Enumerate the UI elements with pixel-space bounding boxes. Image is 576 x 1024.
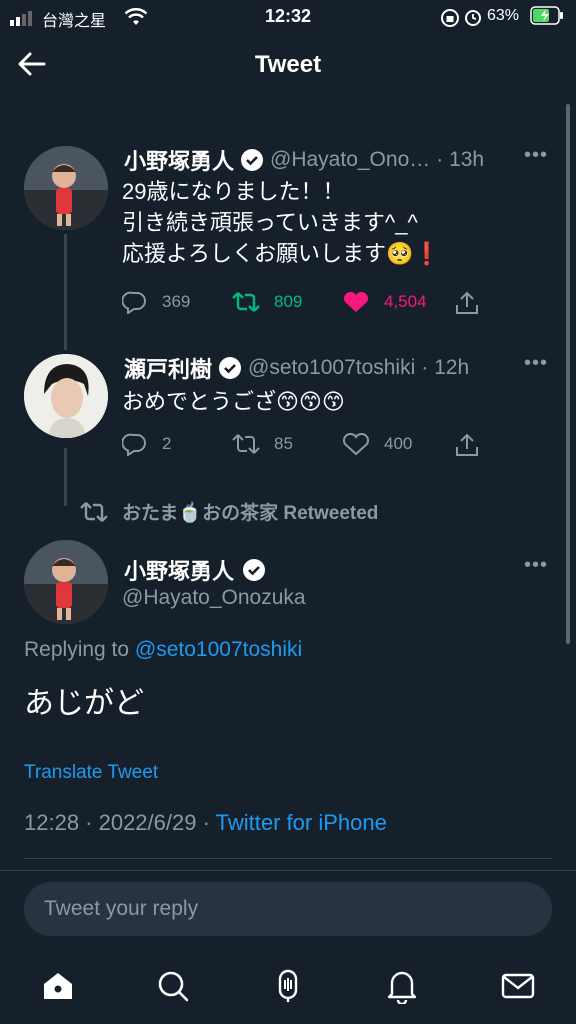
- more-options-icon[interactable]: •••: [524, 554, 548, 577]
- main-tweet: 小野塚勇人 @Hayato_Onozuka ••• Replying to @s…: [0, 532, 576, 862]
- author-handle[interactable]: @seto1007toshiki: [248, 356, 415, 380]
- tweet-header: 小野塚勇人: [124, 554, 266, 586]
- tweet-header: 小野塚勇人 @Hayato_Ono… · 13h: [124, 144, 484, 176]
- battery-percent: 63%: [487, 7, 520, 24]
- search-icon[interactable]: [155, 968, 191, 1004]
- avatar-image: [24, 146, 108, 230]
- thread-line: [64, 448, 67, 506]
- avatar-image: [24, 540, 108, 624]
- like-action[interactable]: 4,504: [342, 290, 427, 314]
- replying-to-label: Replying to: [24, 638, 130, 661]
- verified-icon: [243, 559, 266, 581]
- more-options-icon[interactable]: •••: [524, 352, 548, 375]
- translate-tweet-link[interactable]: Translate Tweet: [24, 762, 158, 784]
- like-count: 4,504: [384, 292, 427, 311]
- like-count: 400: [384, 434, 413, 453]
- more-options-icon[interactable]: •••: [524, 144, 548, 167]
- avatar[interactable]: [24, 354, 108, 438]
- reply-action[interactable]: 2: [122, 432, 171, 456]
- reply-action[interactable]: 369: [122, 290, 190, 314]
- page-title: Tweet: [254, 51, 322, 78]
- retweet-icon: [232, 292, 260, 312]
- notifications-icon[interactable]: [384, 968, 420, 1004]
- tweet-text: 29歳になりました！！ 引き続き頑張っていきます^_^ 応援よろしくお願いします…: [122, 176, 441, 269]
- verified-icon: [219, 357, 242, 379]
- tweet-time: · 13h: [436, 148, 485, 171]
- like-icon: [342, 432, 370, 456]
- retweet-count: 809: [274, 292, 303, 311]
- retweet-icon: [80, 501, 108, 522]
- retweet-action[interactable]: 85: [232, 432, 293, 456]
- status-bar: 台灣之星 12:32 63%: [0, 0, 576, 34]
- retweet-count: 85: [274, 434, 293, 453]
- avatar-image: [24, 354, 108, 438]
- author-name[interactable]: 瀬戸利樹: [124, 352, 212, 384]
- tweet-text-line: 応援よろしくお願いします🥺❗: [122, 241, 441, 266]
- reply-input[interactable]: Tweet your reply: [24, 882, 552, 936]
- retweet-icon: [232, 434, 260, 454]
- tab-bar: [0, 960, 576, 1024]
- author-handle[interactable]: @Hayato_Onozuka: [122, 586, 306, 610]
- tweet-source[interactable]: Twitter for iPhone: [216, 810, 387, 835]
- orientation-lock-icon: [441, 9, 459, 27]
- home-icon[interactable]: [40, 968, 76, 1004]
- retweet-banner: おたま🍵おの茶家 Retweeted: [80, 498, 378, 525]
- reply-count: 2: [162, 434, 172, 453]
- messages-icon[interactable]: [500, 968, 536, 1004]
- tweet-text-line: 引き続き頑張っていきます^_^: [122, 210, 418, 235]
- main-tweet-text: あじがど: [24, 687, 144, 720]
- share-icon[interactable]: [454, 290, 480, 316]
- scrollbar[interactable]: [566, 104, 570, 644]
- avatar[interactable]: [24, 146, 108, 230]
- reply-count: 369: [162, 292, 191, 311]
- author-handle[interactable]: @Hayato_Ono…: [270, 148, 430, 172]
- retweet-action[interactable]: 809: [232, 290, 302, 314]
- tweet-timestamp: 12:28 · 2022/6/29 ·: [24, 810, 210, 835]
- tweet-meta: 12:28 · 2022/6/29 · Twitter for iPhone: [24, 810, 387, 836]
- replying-to-handle[interactable]: @seto1007toshiki: [135, 638, 302, 661]
- divider: [0, 870, 576, 871]
- verified-icon: [241, 149, 264, 171]
- author-name[interactable]: 小野塚勇人: [124, 144, 234, 176]
- thread-tweet-2[interactable]: 瀬戸利樹 @seto1007toshiki · 12h ••• おめでとうござ😙…: [0, 340, 576, 506]
- share-icon[interactable]: [454, 432, 480, 458]
- spaces-icon[interactable]: [270, 968, 306, 1004]
- replying-to: Replying to @seto1007toshiki: [24, 638, 302, 662]
- avatar[interactable]: [24, 540, 108, 624]
- like-icon: [343, 291, 369, 312]
- tweet-text: おめでとうござ😙😙😙: [122, 389, 345, 414]
- battery-icon: [530, 6, 563, 25]
- reply-placeholder: Tweet your reply: [44, 897, 199, 920]
- reply-icon: [122, 433, 146, 456]
- like-action[interactable]: 400: [342, 432, 412, 456]
- thread-line: [64, 234, 67, 350]
- reply-icon: [122, 291, 146, 314]
- retweet-banner-text[interactable]: おたま🍵おの茶家 Retweeted: [122, 498, 378, 525]
- author-name[interactable]: 小野塚勇人: [124, 554, 234, 586]
- alarm-icon: [465, 10, 481, 26]
- divider: [24, 858, 552, 859]
- tweet-time: · 12h: [421, 356, 470, 379]
- tweet-text-line: 29歳になりました！！: [122, 179, 345, 204]
- tweet-header: 瀬戸利樹 @seto1007toshiki · 12h: [124, 352, 469, 384]
- thread-tweet-1[interactable]: 小野塚勇人 @Hayato_Ono… · 13h ••• 29歳になりました！！…: [0, 104, 576, 350]
